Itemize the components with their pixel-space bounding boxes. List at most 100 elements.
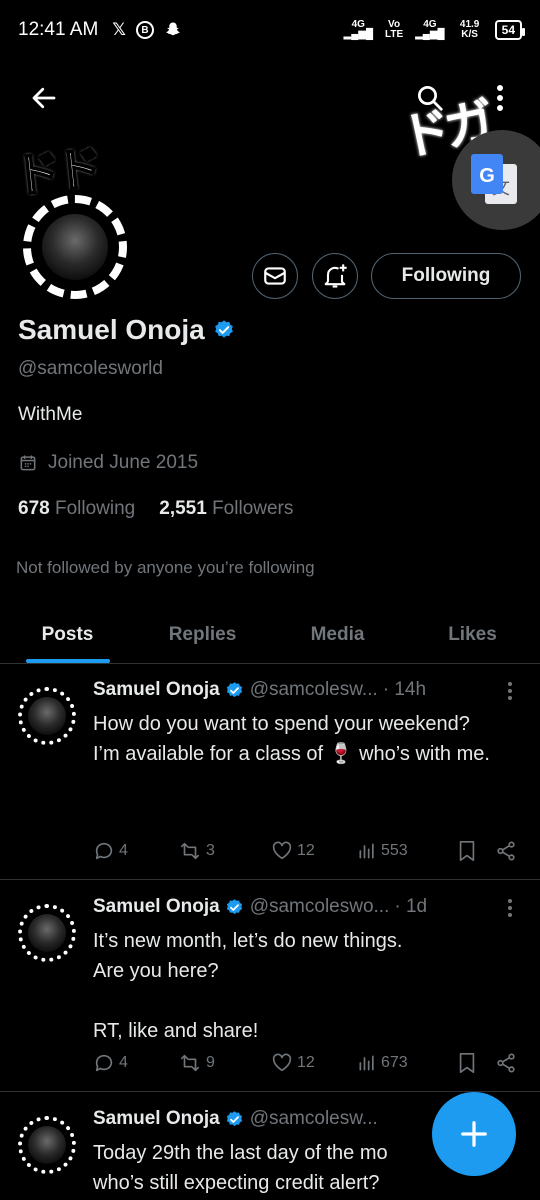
tab-replies[interactable]: Replies [135, 606, 270, 663]
reply-count: 4 [119, 1054, 128, 1071]
compose-post-button[interactable] [432, 1092, 516, 1176]
post-time: · 1d [394, 896, 428, 917]
post-item[interactable]: Samuel Onoja @samcoleswo... · 1d It’s ne… [0, 892, 540, 1092]
tab-likes[interactable]: Likes [405, 606, 540, 663]
status-bar: 12:41 AM 𝕏 B 4G ▂▄▆█ Vo LTE 4G ▂▄▆█ 41.9 K… [0, 0, 540, 60]
post-time: · 14h [382, 679, 427, 700]
follow-stats: 678 Following 2,551 Followers [18, 498, 293, 520]
joined-date: Joined June 2015 [18, 452, 198, 474]
views-icon [359, 843, 374, 859]
profile-avatar[interactable] [18, 190, 132, 304]
view-count: 553 [381, 842, 408, 859]
more-vertical-icon [508, 682, 512, 700]
following-button[interactable]: Following [371, 253, 521, 299]
calendar-icon [20, 455, 36, 471]
post-author-handle: @samcolesw... [249, 1108, 378, 1129]
bookmark-button[interactable] [457, 1052, 495, 1074]
post-actions: 4 3 12 553 [93, 840, 523, 862]
search-button[interactable] [408, 78, 452, 118]
battery-icon: 54 [494, 20, 526, 40]
reply-button[interactable]: 4 [93, 1052, 178, 1074]
repost-icon [180, 1054, 200, 1072]
verified-badge-icon [226, 1110, 242, 1126]
message-button[interactable] [252, 253, 298, 299]
post-more-button[interactable] [500, 896, 520, 920]
share-icon [497, 841, 515, 861]
signal-icon: 4G ▂▄▆█ [343, 19, 374, 40]
signal-icon-2: 4G ▂▄▆█ [415, 19, 445, 40]
post-header: Samuel Onoja @samcoleswo... · 1d [93, 892, 427, 922]
not-followed-notice: Not followed by anyone you’re following [16, 558, 315, 577]
views-button[interactable]: 673 [357, 1053, 457, 1073]
avatar-frame [23, 195, 127, 299]
joined-text: Joined June 2015 [48, 452, 199, 473]
following-stat[interactable]: 678 Following [18, 498, 135, 520]
repost-count: 9 [206, 1054, 215, 1071]
verified-badge-icon [226, 681, 242, 697]
more-vertical-icon [508, 899, 512, 917]
post-author-name: Samuel Onoja [93, 679, 220, 700]
share-button[interactable] [495, 840, 517, 862]
arrow-left-icon [32, 87, 56, 109]
view-count: 673 [381, 1054, 408, 1071]
bookmark-icon [459, 841, 475, 861]
post-author-handle: @samcolesw... [249, 679, 378, 700]
x-icon: 𝕏 [112, 20, 126, 39]
post-avatar[interactable] [18, 687, 76, 745]
google-translate-icon: 文 G [471, 154, 517, 204]
tab-media[interactable]: Media [270, 606, 405, 663]
profile-handle: @samcolesworld [18, 358, 163, 379]
post-header: Samuel Onoja @samcolesw... · 14h [93, 675, 426, 705]
network-speed: 41.9 K/S [459, 19, 480, 40]
tab-posts[interactable]: Posts [0, 606, 135, 663]
profile-name: Samuel Onoja [18, 314, 235, 346]
reply-button[interactable]: 4 [93, 840, 178, 862]
post-more-button[interactable] [500, 679, 520, 703]
envelope-icon [264, 267, 286, 285]
post-header: Samuel Onoja @samcolesw... [93, 1104, 378, 1134]
heart-icon [272, 841, 292, 860]
snapchat-icon [166, 22, 180, 36]
share-button[interactable] [495, 1052, 517, 1074]
post-avatar[interactable] [18, 904, 76, 962]
views-button[interactable]: 553 [357, 841, 457, 861]
reply-count: 4 [119, 842, 128, 859]
like-button[interactable]: 12 [271, 1052, 357, 1074]
post-item[interactable]: Samuel Onoja @samcolesw... · 14h How do … [0, 675, 540, 880]
notify-button[interactable] [312, 253, 358, 299]
verified-badge-icon [226, 898, 242, 914]
repost-icon [180, 842, 200, 860]
reply-icon [95, 842, 113, 860]
like-button[interactable]: 12 [271, 840, 357, 862]
post-text: It’s new month, let’s do new things. Are… [93, 930, 403, 1042]
google-translate-bubble[interactable]: 文 G [452, 130, 540, 230]
like-count: 12 [297, 842, 315, 859]
repost-count: 3 [206, 842, 215, 859]
bookmark-button[interactable] [457, 840, 495, 862]
profile-bio: WithMe [18, 404, 83, 425]
post-actions: 4 9 12 673 [93, 1052, 523, 1074]
more-options-button[interactable] [482, 78, 518, 118]
post-author-name: Samuel Onoja [93, 1108, 220, 1129]
search-icon [418, 86, 443, 111]
verified-badge-icon[interactable] [213, 319, 235, 341]
bell-plus-icon [324, 264, 347, 288]
status-time: 12:41 AM [18, 19, 99, 40]
repost-button[interactable]: 9 [178, 1052, 271, 1074]
followers-stat[interactable]: 2,551 Followers [159, 498, 293, 520]
more-vertical-icon [497, 85, 503, 111]
svg-text:G: G [479, 165, 495, 187]
avatar-image [42, 214, 108, 280]
volte-icon: Vo LTE [385, 19, 404, 40]
reply-icon [95, 1054, 113, 1072]
back-button[interactable] [24, 78, 64, 118]
views-icon [359, 1055, 374, 1071]
post-text: How do you want to spend your weekend? I… [93, 713, 490, 765]
post-author-name: Samuel Onoja [93, 896, 220, 917]
post-avatar[interactable] [18, 1116, 76, 1174]
repost-button[interactable]: 3 [178, 840, 271, 862]
profile-tabs: Posts Replies Media Likes [0, 606, 540, 664]
b-icon: B [135, 21, 154, 39]
plus-icon [461, 1121, 487, 1147]
heart-icon [272, 1053, 292, 1072]
